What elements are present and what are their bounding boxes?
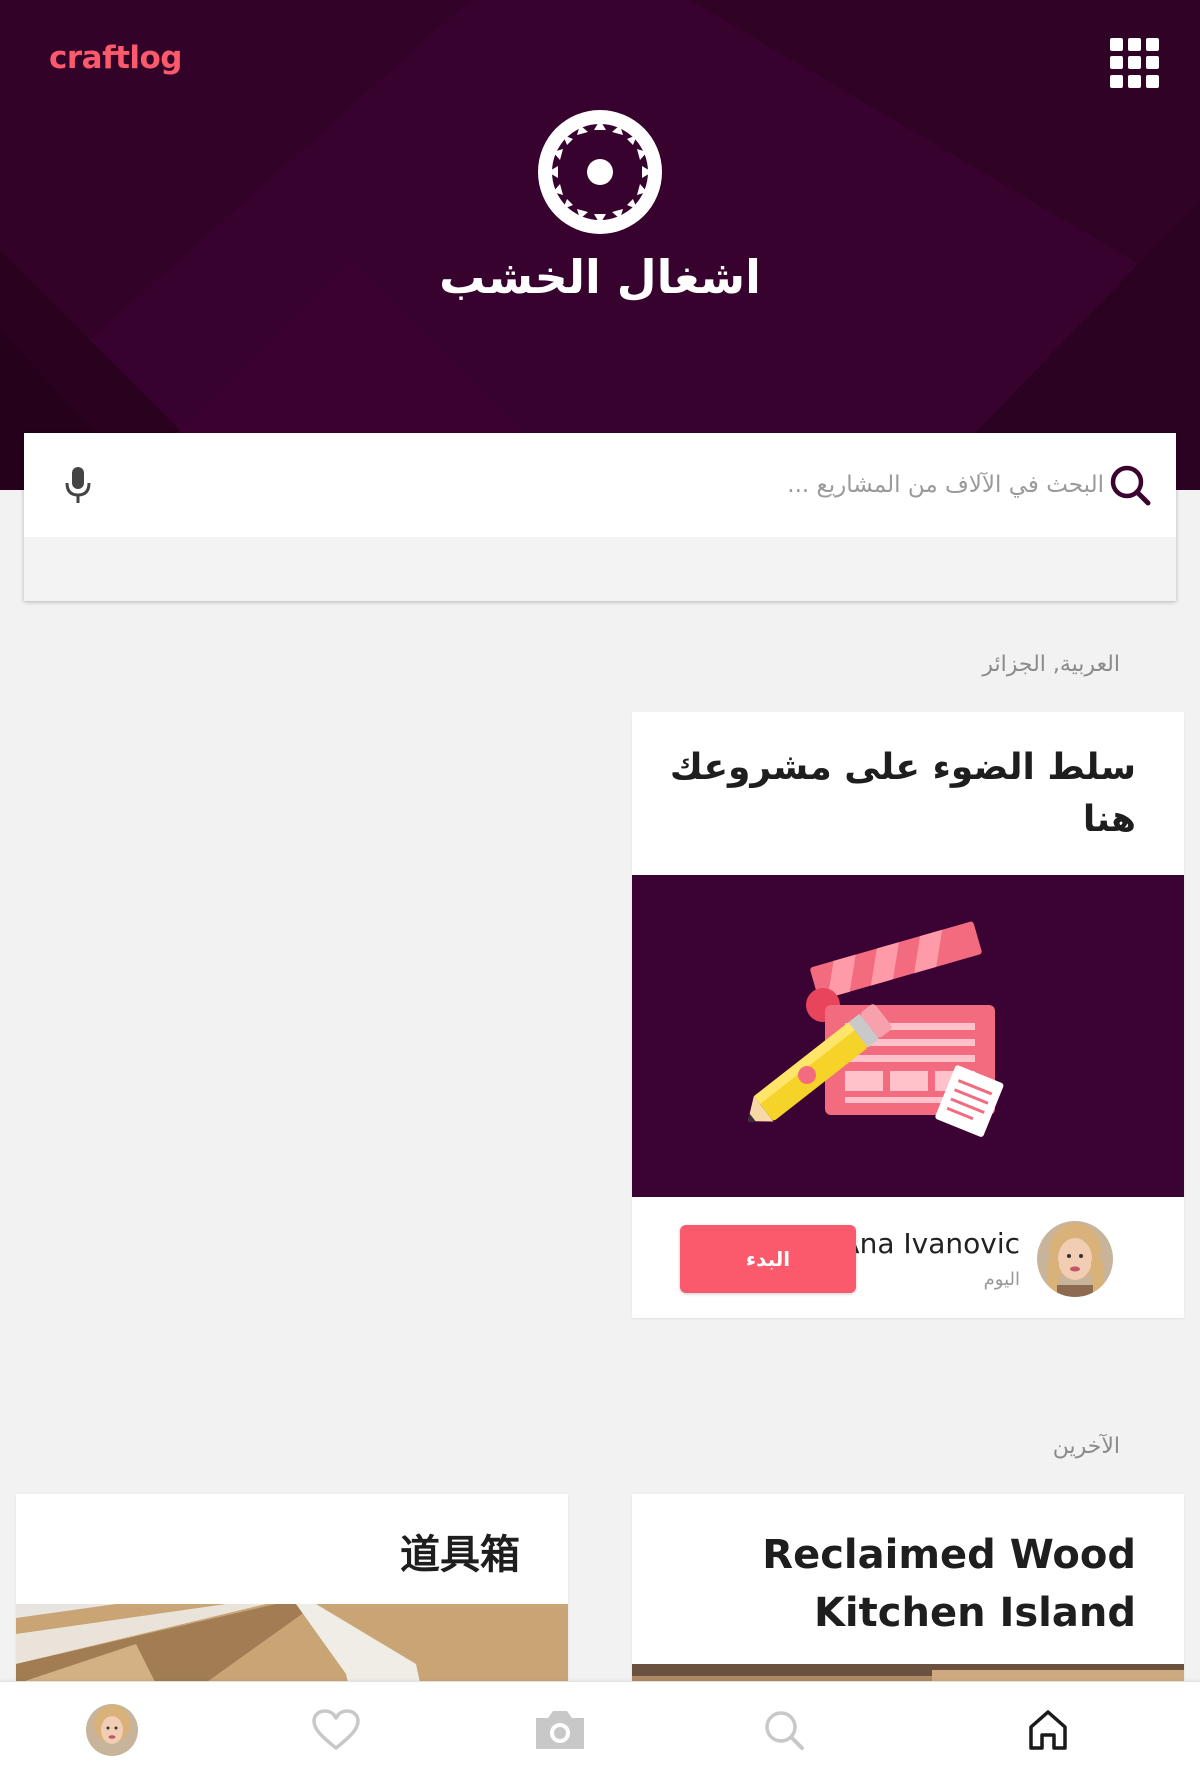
search-bar xyxy=(24,433,1176,537)
nav-home[interactable] xyxy=(988,1682,1108,1776)
promo-footer: Ana Ivanovic اليوم البدء xyxy=(632,1197,1184,1318)
promo-title: سلط الضوء على مشروعك هنا xyxy=(669,747,1136,840)
post-time: اليوم xyxy=(983,1269,1020,1290)
locale-section-label: العربية, الجزائر xyxy=(982,652,1120,677)
saw-blade-icon xyxy=(538,110,662,234)
bottom-navigation xyxy=(0,1681,1200,1776)
category-header: craftlog اشغال الخشب xyxy=(0,0,1200,490)
search-card xyxy=(24,433,1176,601)
author-avatar[interactable] xyxy=(1037,1221,1113,1297)
category-title: اشغال الخشب xyxy=(439,250,761,304)
search-icon[interactable] xyxy=(762,1708,806,1752)
camera-icon[interactable] xyxy=(532,1708,588,1752)
search-input[interactable] xyxy=(114,457,1104,513)
grid-icon[interactable] xyxy=(1110,38,1160,88)
profile-avatar[interactable] xyxy=(86,1703,138,1756)
nav-camera[interactable] xyxy=(500,1682,620,1776)
project-title: 道具箱 xyxy=(400,1532,520,1578)
microphone-icon[interactable] xyxy=(62,465,94,505)
nav-profile[interactable] xyxy=(52,1682,172,1776)
nav-search[interactable] xyxy=(724,1682,844,1776)
brand-logo[interactable]: craftlog xyxy=(49,40,183,76)
page: craftlog اشغال الخشب البحث في الآلاف من … xyxy=(0,0,1200,1776)
heart-icon[interactable] xyxy=(311,1708,361,1752)
promo-card[interactable]: سلط الضوء على مشروعك هنا Ana Ivanovic ال… xyxy=(632,712,1184,1318)
clapperboard-illustration xyxy=(632,875,1184,1197)
start-button[interactable]: البدء xyxy=(680,1225,856,1293)
nav-favorites[interactable] xyxy=(276,1682,396,1776)
search-icon[interactable] xyxy=(1108,463,1152,507)
others-section-label: الآخرين xyxy=(1052,1434,1120,1459)
project-title: Reclaimed Wood Kitchen Island xyxy=(762,1532,1136,1636)
home-icon[interactable] xyxy=(1026,1708,1070,1752)
